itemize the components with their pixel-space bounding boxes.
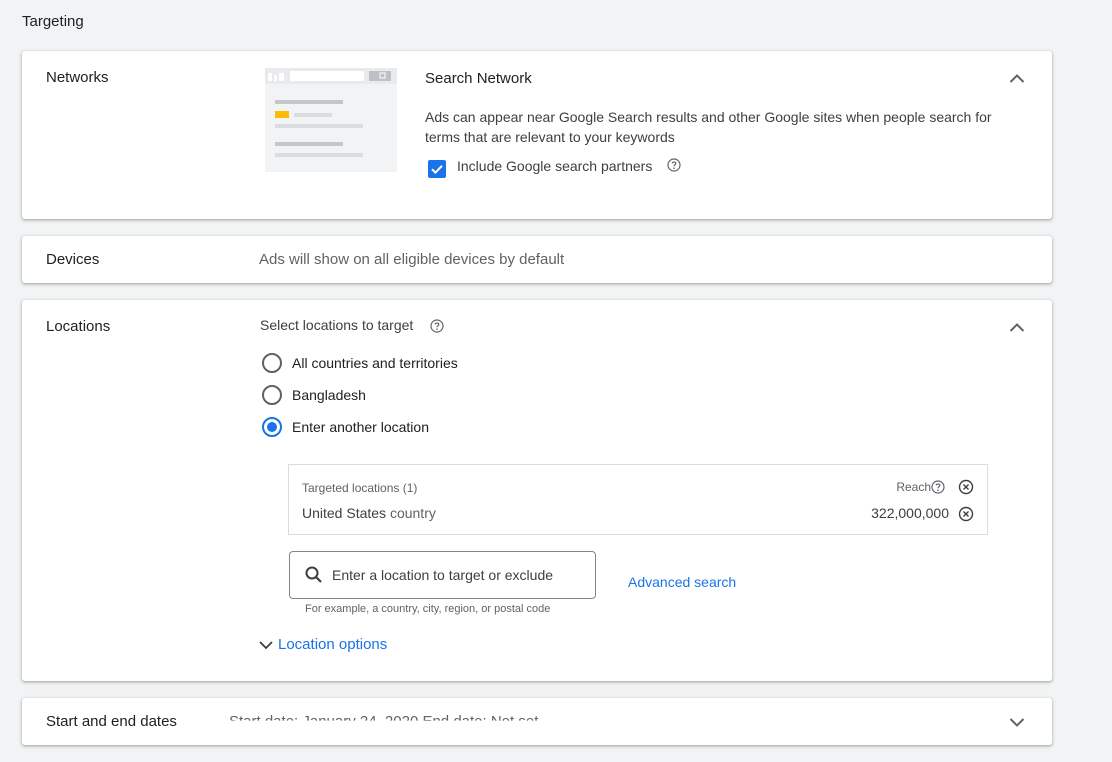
location-search-input[interactable]: [332, 562, 582, 588]
dates-card[interactable]: Start and end dates Start date: January …: [22, 698, 1052, 745]
dates-summary: Start date: January 24, 2020 End date: N…: [229, 713, 539, 730]
location-options-label: Location options: [278, 636, 388, 653]
locations-prompt: Select locations to target: [260, 317, 414, 333]
chevron-down-icon[interactable]: [1008, 713, 1026, 731]
devices-card[interactable]: Devices Ads will show on all eligible de…: [22, 236, 1052, 283]
help-icon[interactable]: [667, 158, 681, 172]
radio-all-countries[interactable]: [262, 353, 282, 373]
devices-label: Devices: [46, 251, 100, 268]
remove-all-icon[interactable]: [958, 479, 974, 495]
advanced-search-link[interactable]: Advanced search: [628, 574, 736, 590]
radio-another-location[interactable]: [262, 417, 282, 437]
targeted-location-row: United States country: [302, 505, 436, 521]
radio-all-countries-label: All countries and territories: [292, 355, 458, 371]
location-search-hint: For example, a country, city, region, or…: [305, 603, 551, 615]
search-partners-checkbox[interactable]: [428, 160, 446, 178]
chevron-down-icon: [259, 640, 273, 649]
search-network-illustration: [265, 68, 397, 172]
targeted-locations-header: Targeted locations (1): [302, 481, 418, 495]
search-network-title: Search Network: [425, 70, 532, 87]
checkmark-icon: [431, 165, 443, 175]
chevron-up-icon[interactable]: [1008, 70, 1026, 88]
locations-label: Locations: [46, 318, 111, 335]
search-icon: [305, 566, 322, 583]
devices-summary: Ads will show on all eligible devices by…: [259, 251, 565, 268]
chevron-up-icon[interactable]: [1008, 319, 1026, 337]
location-name: United States: [302, 505, 387, 521]
radio-bangladesh-label: Bangladesh: [292, 387, 366, 403]
location-reach: 322,000,000: [871, 505, 949, 521]
search-partners-label: Include Google search partners: [457, 158, 653, 174]
help-icon[interactable]: [430, 319, 444, 333]
networks-label: Networks: [46, 69, 109, 86]
locations-card: Locations Select locations to target All…: [22, 300, 1052, 681]
location-search-box: [289, 551, 596, 599]
remove-location-icon[interactable]: [958, 506, 974, 522]
radio-bangladesh[interactable]: [262, 385, 282, 405]
reach-label: Reach: [896, 480, 931, 494]
search-network-description: Ads can appear near Google Search result…: [425, 109, 992, 145]
location-type: country: [389, 505, 436, 521]
radio-another-location-label: Enter another location: [292, 419, 429, 435]
section-title: Targeting: [22, 13, 84, 30]
targeted-locations-panel: Targeted locations (1) Reach United Stat…: [288, 464, 988, 535]
dates-label: Start and end dates: [46, 713, 177, 730]
networks-card: Networks Search Network Ads can appear n…: [22, 51, 1052, 219]
help-icon[interactable]: [931, 480, 945, 494]
location-options-toggle[interactable]: Location options: [258, 636, 387, 653]
